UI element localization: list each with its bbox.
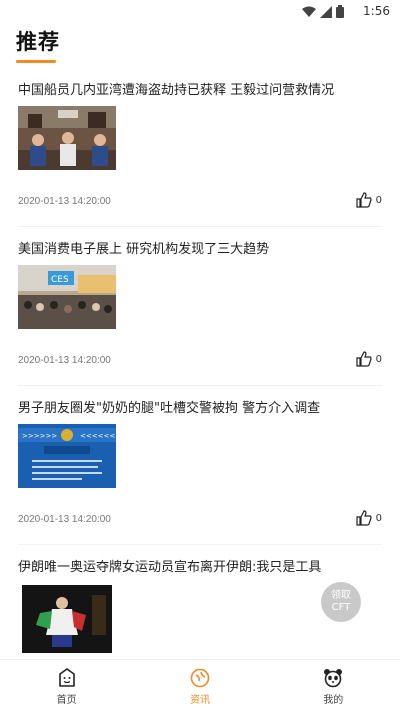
like-count: 0 <box>375 194 382 206</box>
article-card[interactable]: 男子朋友圈发"奶奶的腿"吐槽交警被拘 警方介入调查 >>>>>> <<<<<< … <box>18 386 382 545</box>
svg-text:>>>>>>: >>>>>> <box>22 432 57 440</box>
tab-profile[interactable]: 我的 <box>267 660 400 711</box>
article-thumbnail[interactable] <box>22 585 112 653</box>
tab-home[interactable]: 首页 <box>0 660 133 711</box>
article-timestamp: 2020-01-13 14:20:00 <box>18 196 111 207</box>
wifi-icon <box>302 6 316 17</box>
tab-home-label: 首页 <box>56 695 77 706</box>
news-compass-icon <box>190 668 210 688</box>
article-thumbnail[interactable]: CES <box>18 265 116 329</box>
status-time: 1:56 <box>363 4 390 18</box>
article-timestamp: 2020-01-13 14:20:00 <box>18 355 111 366</box>
page-header: 推荐 <box>16 26 60 63</box>
article-card[interactable]: 美国消费电子展上 研究机构发现了三大趋势 CES 2020-01-13 14:2… <box>18 227 382 386</box>
page-title: 推荐 <box>16 30 60 54</box>
article-headline[interactable]: 中国船员几内亚湾遭海盗劫持已获释 王毅过问营救情况 <box>18 79 334 98</box>
tab-news[interactable]: 资讯 <box>133 660 266 711</box>
like-count: 0 <box>375 353 382 365</box>
tab-profile-label: 我的 <box>323 695 344 706</box>
like-button[interactable]: 0 <box>356 510 382 526</box>
article-thumbnail[interactable] <box>18 106 116 170</box>
title-underline <box>16 60 56 63</box>
like-count: 0 <box>375 512 382 524</box>
battery-icon <box>336 5 344 18</box>
panda-profile-icon <box>324 669 343 688</box>
tab-news-label: 资讯 <box>189 695 210 706</box>
home-face-icon <box>58 668 75 687</box>
signal-icon <box>320 5 332 18</box>
thumbs-up-icon <box>356 192 372 208</box>
article-headline[interactable]: 伊朗唯一奥运夺牌女运动员宣布离开伊朗:我只是工具 <box>18 556 321 575</box>
article-card[interactable]: 中国船员几内亚湾遭海盗劫持已获释 王毅过问营救情况 2020-01-13 14:… <box>18 68 382 227</box>
article-thumbnail[interactable]: >>>>>> <<<<<< <box>18 424 116 488</box>
svg-text:<<<<<<: <<<<<< <box>80 432 115 440</box>
bottom-tab-bar: 首页 资讯 我的 <box>0 659 400 711</box>
claim-label: 领取 <box>331 590 351 601</box>
thumbs-up-icon <box>356 351 372 367</box>
like-button[interactable]: 0 <box>356 192 382 208</box>
svg-text:CES: CES <box>51 275 69 285</box>
thumbs-up-icon <box>356 510 372 526</box>
status-bar: 1:56 <box>0 0 400 24</box>
article-headline[interactable]: 男子朋友圈发"奶奶的腿"吐槽交警被拘 警方介入调查 <box>18 397 320 416</box>
status-icons <box>302 5 344 18</box>
like-button[interactable]: 0 <box>356 351 382 367</box>
cft-label: CFT <box>331 602 351 613</box>
claim-cft-button[interactable]: 领取 CFT <box>321 582 361 622</box>
article-headline[interactable]: 美国消费电子展上 研究机构发现了三大趋势 <box>18 238 269 257</box>
article-timestamp: 2020-01-13 14:20:00 <box>18 514 111 525</box>
